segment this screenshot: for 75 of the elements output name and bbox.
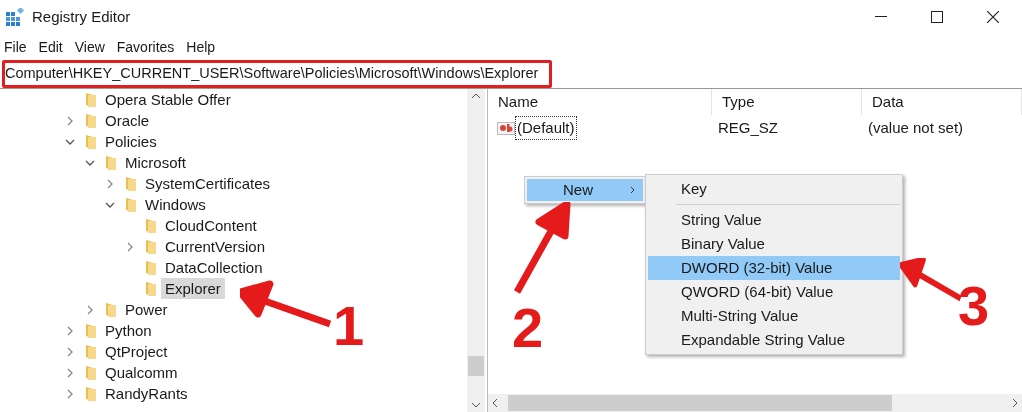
folder-icon (145, 238, 157, 255)
folder-icon (125, 196, 137, 213)
tree-item[interactable]: QtProject (101, 341, 172, 362)
tree-item[interactable]: CurrentVersion (161, 236, 270, 257)
folder-icon (85, 112, 97, 129)
horizontal-scrollbar[interactable] (488, 394, 1022, 412)
tree-item[interactable]: Windows (141, 194, 210, 215)
menu-item[interactable]: Edit (38, 36, 63, 58)
address-bar[interactable]: Computer\HKEY_CURRENT_USER\Software\Policies\Microsoft\Windows\Explorer (2, 60, 552, 88)
chevron-right-icon[interactable] (65, 115, 75, 126)
tree-item[interactable]: SystemCertificates (141, 173, 275, 194)
app-icon (6, 8, 24, 26)
menu-item[interactable]: DWORD (32-bit) Value (648, 256, 900, 280)
folder-icon (85, 343, 97, 360)
folder-icon (105, 301, 117, 318)
folder-icon (125, 175, 137, 192)
folder-icon (85, 322, 97, 339)
chevron-right-icon[interactable] (125, 241, 135, 252)
tree-item[interactable]: Power (121, 299, 172, 320)
scroll-right-icon[interactable] (1012, 398, 1018, 408)
folder-icon (85, 364, 97, 381)
chevron-right-icon[interactable] (65, 325, 75, 336)
tree-item[interactable]: RandyRants (101, 383, 192, 404)
menu-item[interactable]: String Value (648, 208, 900, 232)
folder-icon (85, 385, 97, 402)
tree-item[interactable]: Python (101, 320, 156, 341)
tree-item[interactable]: DataCollection (161, 257, 267, 278)
step-number: 3 (958, 278, 990, 334)
step-number: 2 (512, 300, 544, 356)
folder-icon (145, 259, 157, 276)
scroll-up-icon[interactable] (471, 93, 481, 99)
folder-icon (85, 133, 97, 150)
tree-item[interactable]: Microsoft (121, 152, 190, 173)
column-header[interactable]: Type (712, 89, 862, 115)
scrollbar-thumb[interactable] (508, 395, 892, 411)
menu-item[interactable]: Favorites (116, 36, 175, 58)
chevron-right-icon[interactable] (65, 367, 75, 378)
scroll-down-icon[interactable] (471, 402, 481, 408)
folder-icon (85, 91, 97, 108)
menu-item[interactable]: Binary Value (648, 232, 900, 256)
menu-item[interactable]: New (527, 179, 643, 201)
column-header[interactable]: Name (488, 89, 712, 115)
folder-icon (145, 217, 157, 234)
tree-item[interactable]: Opera Stable Offer (101, 89, 235, 110)
tree-item[interactable]: Policies (101, 131, 161, 152)
window-title: Registry Editor (32, 6, 131, 27)
menu-item[interactable]: Multi-String Value (648, 304, 900, 328)
maximize-icon (931, 11, 943, 23)
chevron-right-icon[interactable] (85, 304, 95, 315)
menu-item[interactable]: File (4, 36, 27, 58)
close-icon (987, 11, 999, 23)
tree-item[interactable]: Explorer (161, 278, 225, 299)
menu-item[interactable]: QWORD (64-bit) Value (648, 280, 900, 304)
minimize-icon (875, 16, 887, 18)
tree-item[interactable]: CloudContent (161, 215, 261, 236)
value-data: (value not set) (867, 117, 965, 138)
string-value-icon (497, 120, 515, 136)
scrollbar-thumb[interactable] (468, 355, 484, 376)
step-number: 1 (333, 298, 365, 354)
menu-item[interactable]: Key (648, 177, 900, 201)
tree-item[interactable]: Oracle (101, 110, 154, 131)
vertical-scrollbar[interactable] (467, 89, 485, 412)
menu-item[interactable]: View (74, 36, 105, 58)
column-header[interactable]: Data (862, 89, 1022, 115)
chevron-right-icon[interactable] (65, 346, 75, 357)
value-type: REG_SZ (717, 117, 779, 138)
menu-item[interactable]: Help (186, 36, 216, 58)
chevron-right-icon[interactable] (105, 178, 115, 189)
folder-icon (145, 280, 157, 297)
scroll-left-icon[interactable] (492, 398, 498, 408)
tree-item[interactable]: Qualcomm (101, 362, 182, 383)
menu-item[interactable]: Expandable String Value (648, 328, 900, 352)
folder-icon (105, 154, 117, 171)
chevron-right-icon[interactable] (65, 388, 75, 399)
value-name[interactable]: (Default) (516, 116, 576, 140)
